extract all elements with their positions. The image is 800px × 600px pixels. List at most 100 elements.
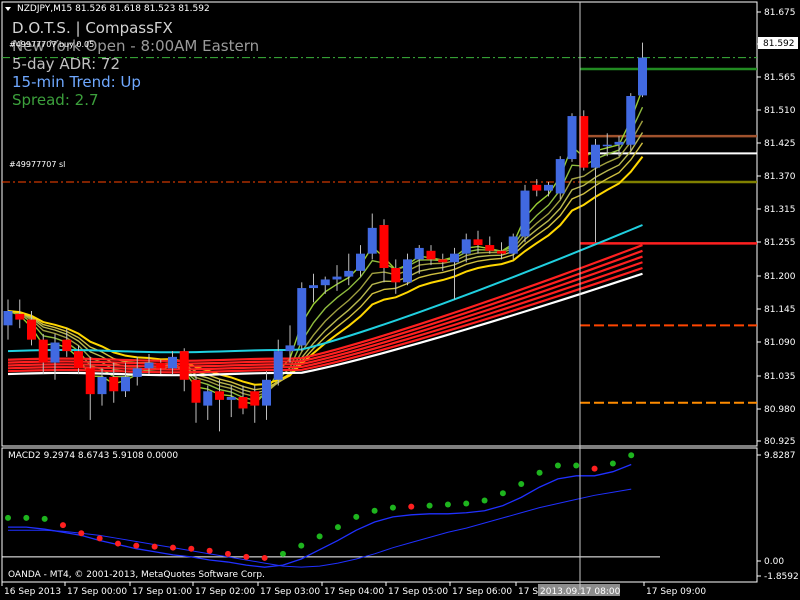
candle-bull	[544, 184, 553, 191]
macd-panel-frame	[1, 447, 758, 583]
candle-bull	[3, 311, 13, 326]
macd-dot	[389, 504, 396, 511]
macd-main-line	[8, 463, 632, 568]
price-tick-label: 81.035	[764, 372, 796, 382]
macd-dot	[206, 547, 213, 554]
macd-plot: 9.8287 0.00 -1.8592	[2, 451, 799, 582]
spread-label: Spread: 2.7	[12, 91, 99, 109]
macd-dot	[298, 542, 305, 549]
time-tick-label: 17 Sep 01:00	[132, 587, 192, 597]
price-axis: 81.67581.62081.56581.51081.42581.37081.3…	[757, 8, 796, 447]
macd-dot	[463, 500, 470, 507]
macd-dot	[96, 535, 103, 542]
price-tick-label: 81.090	[764, 338, 796, 348]
candle-bull	[461, 239, 471, 254]
candle-bear	[497, 250, 506, 254]
candle-bull	[602, 144, 612, 147]
macd-dot	[628, 452, 635, 459]
macd-dot	[59, 522, 66, 529]
candle-bull	[626, 96, 636, 145]
candle-bear	[74, 351, 83, 369]
candle-bull	[132, 368, 142, 377]
macd-dot	[316, 533, 323, 540]
symbol-header: NZDJPY,M15 81.526 81.618 81.523 81.592	[17, 4, 210, 14]
brand-label: D.O.T.S. | CompassFX	[12, 19, 173, 37]
candle-bull	[297, 288, 307, 346]
macd-dot	[23, 514, 30, 521]
macd-dot	[151, 543, 158, 550]
candle-bull	[403, 259, 412, 283]
macd-dot	[499, 490, 506, 497]
candle-bear	[109, 376, 119, 392]
macd-dot	[188, 545, 195, 552]
candle-bull	[309, 285, 318, 289]
price-tick-label: 81.255	[764, 238, 796, 248]
candle-bull	[414, 247, 424, 260]
candle-bull	[367, 227, 377, 254]
time-tick-label: 17 Sep 00:00	[67, 587, 127, 597]
macd-dot	[554, 462, 561, 469]
macd-tick-label: 0.00	[764, 557, 784, 567]
candle-bull	[262, 379, 271, 406]
price-tick-label: 81.565	[764, 73, 796, 83]
time-tick-label: 17 Sep 06:00	[452, 587, 512, 597]
macd-dot	[243, 553, 250, 560]
candle-bear	[426, 250, 436, 260]
candle-bull	[508, 236, 518, 254]
candle-bear	[238, 397, 248, 409]
price-tick-label: 81.370	[764, 172, 796, 182]
candle-bear	[473, 239, 483, 246]
candle-bear	[250, 391, 260, 406]
price-tick-label: 81.675	[764, 8, 796, 18]
candle-bull	[520, 190, 530, 237]
candle-bull	[332, 276, 342, 280]
macd-tick-label: -1.8592	[764, 572, 799, 582]
macd-dot	[609, 460, 616, 467]
macd-dot	[261, 554, 268, 561]
macd-dot	[78, 530, 85, 537]
adr-label: 5-day ADR: 72	[12, 55, 120, 73]
macd-dot	[5, 514, 11, 521]
macd-dot	[536, 469, 543, 476]
macd-title: MACD2 9.2974 8.6743 5.9108 0.0000	[8, 451, 179, 461]
candle-bull	[555, 159, 565, 194]
candle-bear	[379, 225, 389, 268]
candle-bull	[320, 279, 330, 286]
candle-bear	[38, 339, 48, 363]
candle-bear	[391, 268, 401, 283]
candle-bull	[285, 345, 295, 352]
candle-bull	[121, 376, 130, 392]
macd-dot	[591, 465, 598, 472]
macd-dot	[573, 462, 580, 469]
candle-bear	[179, 351, 189, 380]
price-tick-label: 80.925	[764, 437, 796, 447]
candle-bull	[273, 351, 283, 380]
macd-dot	[371, 507, 378, 514]
candle-bull	[356, 253, 365, 271]
candle-bull	[614, 141, 624, 145]
order-buy-label[interactable]: #49977707 buy 0.05	[9, 41, 94, 49]
candle-bear	[191, 379, 201, 403]
order-sl-label[interactable]: #49977707 sl	[9, 161, 65, 169]
copyright-footer: OANDA - MT4, © 2001-2013, MetaQuotes Sof…	[8, 570, 265, 580]
candle-bull	[567, 116, 577, 160]
candle-bear	[85, 368, 95, 395]
candle-bull	[203, 391, 213, 406]
price-tick-label: 80.980	[764, 405, 796, 415]
candle-bear	[62, 339, 72, 352]
candle-bull	[591, 144, 600, 168]
price-tick-label: 81.425	[764, 139, 796, 149]
macd-signal-line	[8, 488, 632, 568]
time-tick-label: 17 Sep 03:00	[260, 587, 320, 597]
trend-label: 15-min Trend: Up	[12, 73, 141, 91]
macd-dot	[224, 550, 231, 557]
candle-bear	[27, 319, 36, 340]
triangle-down-icon[interactable]	[5, 7, 11, 11]
macd-tick-label: 9.8287	[764, 451, 796, 461]
time-tick-label: 17 Sep 02:00	[195, 587, 255, 597]
candle-bull	[638, 57, 647, 96]
candle-bear	[579, 116, 589, 168]
macd-dot	[353, 513, 360, 520]
time-tick-label: 17 Sep 09:00	[646, 587, 706, 597]
macd-dot	[169, 544, 176, 551]
